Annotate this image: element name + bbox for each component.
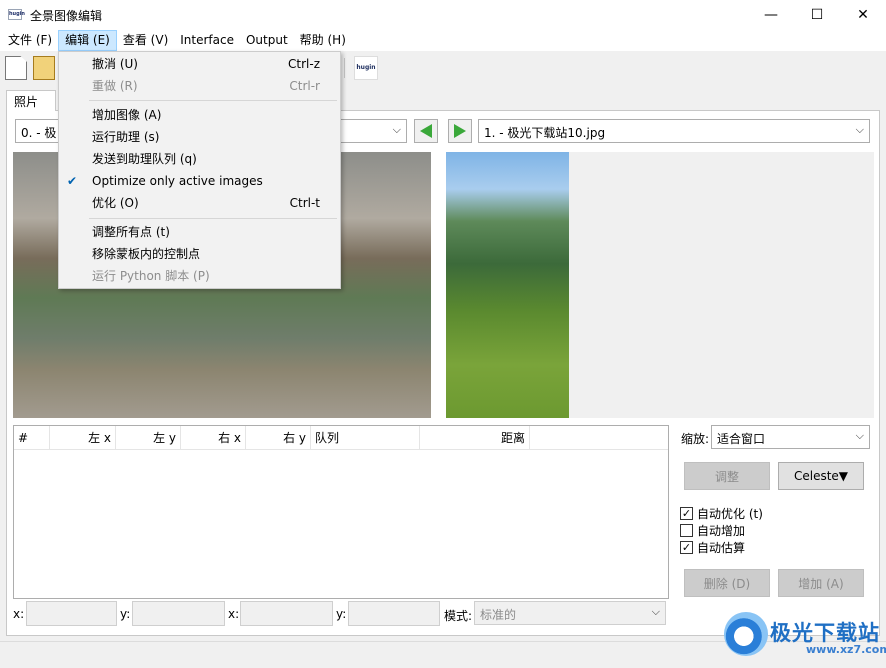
auto-optimize-checkbox[interactable]: ✓ 自动优化 (t) xyxy=(680,505,763,522)
menu-item-label: 移除蒙板内的控制点 xyxy=(92,247,201,261)
menu-separator xyxy=(89,218,337,219)
col-right-x[interactable]: 右 x xyxy=(181,426,246,450)
col-left-x[interactable]: 左 x xyxy=(50,426,116,450)
menu-bar: 文件 (F) 编辑 (E) 查看 (V) Interface Output 帮助… xyxy=(0,30,886,51)
celeste-button[interactable]: Celeste▼ xyxy=(778,462,864,490)
control-point-table[interactable]: # 左 x 左 y 右 x 右 y 队列 距离 xyxy=(13,425,669,599)
right-x-label: x: xyxy=(228,607,240,621)
right-image-pane[interactable] xyxy=(446,152,874,418)
checkbox-checked-icon: ✓ xyxy=(680,541,693,554)
zoom-select[interactable]: 适合窗口 ⌵ xyxy=(711,425,870,449)
menu-item-label: 撤消 (U) xyxy=(92,57,138,71)
col-right-y[interactable]: 右 y xyxy=(246,426,311,450)
menu-item-shortcut: Ctrl-t xyxy=(289,196,320,210)
checkbox-label: 自动估算 xyxy=(697,541,746,555)
right-photo[interactable] xyxy=(446,152,569,418)
right-x-field[interactable] xyxy=(240,601,333,626)
edit-dropdown-menu: 撤消 (U) Ctrl-z 重做 (R) Ctrl-r 增加图像 (A) 运行助… xyxy=(58,51,341,289)
chevron-down-icon: ⌵ xyxy=(392,123,401,136)
left-y-label: y: xyxy=(120,607,131,621)
menu-item-run-python[interactable]: 运行 Python 脚本 (P) xyxy=(59,265,340,287)
mode-select[interactable]: 标准的 ⌵ xyxy=(474,601,666,625)
checkbox-label: 自动增加 xyxy=(697,524,746,538)
open-project-icon[interactable] xyxy=(33,56,55,80)
menu-view[interactable]: 查看 (V) xyxy=(117,30,174,51)
right-image-select-value: 1. - 极光下载站10.jpg xyxy=(484,126,606,140)
menu-output[interactable]: Output xyxy=(240,30,294,51)
menu-item-label: 优化 (O) xyxy=(92,196,139,210)
menu-item-fine-tune-all[interactable]: 调整所有点 (t) xyxy=(59,221,340,243)
adjust-button[interactable]: 调整 xyxy=(684,462,770,490)
auto-add-checkbox[interactable]: 自动增加 xyxy=(680,522,745,539)
add-button[interactable]: 增加 (A) xyxy=(778,569,864,597)
right-y-label: y: xyxy=(336,607,347,621)
menu-interface[interactable]: Interface xyxy=(174,30,240,51)
left-y-field[interactable] xyxy=(132,601,225,626)
menu-item-shortcut: Ctrl-r xyxy=(289,79,320,93)
menu-item-optimize[interactable]: 优化 (O) Ctrl-t xyxy=(59,192,340,214)
menu-help[interactable]: 帮助 (H) xyxy=(294,30,352,51)
menu-item-label: 运行助理 (s) xyxy=(92,130,160,144)
chevron-down-icon: ⌵ xyxy=(855,429,864,442)
delete-button[interactable]: 删除 (D) xyxy=(684,569,770,597)
app-icon: hugin xyxy=(8,9,25,20)
menu-item-add-images[interactable]: 增加图像 (A) xyxy=(59,104,340,126)
menu-item-label: Optimize only active images xyxy=(92,174,263,188)
table-header: # 左 x 左 y 右 x 右 y 队列 距离 xyxy=(14,426,668,450)
checkbox-unchecked-icon xyxy=(680,524,693,537)
chevron-down-icon: ⌵ xyxy=(651,605,660,618)
hugin-panorama-icon[interactable]: hugin xyxy=(354,56,378,80)
left-image-select-value: 0. - 极 xyxy=(21,126,57,140)
menu-item-label: 运行 Python 脚本 (P) xyxy=(92,269,210,283)
watermark-logo-icon xyxy=(724,612,768,656)
menu-item-remove-masked-points[interactable]: 移除蒙板内的控制点 xyxy=(59,243,340,265)
arrow-left-icon xyxy=(420,124,432,138)
zoom-label: 缩放: xyxy=(681,432,710,446)
checkbox-label: 自动优化 (t) xyxy=(697,507,763,521)
menu-edit[interactable]: 编辑 (E) xyxy=(58,30,117,51)
arrow-right-icon xyxy=(454,124,466,138)
mode-select-value: 标准的 xyxy=(480,608,517,622)
col-distance[interactable]: 距离 xyxy=(420,426,530,450)
toolbar-separator xyxy=(344,58,345,78)
col-left-y[interactable]: 左 y xyxy=(116,426,181,450)
prev-image-button[interactable] xyxy=(414,119,438,143)
col-queue[interactable]: 队列 xyxy=(311,426,420,450)
close-button[interactable]: ✕ xyxy=(840,0,886,30)
checkbox-checked-icon: ✓ xyxy=(680,507,693,520)
menu-file[interactable]: 文件 (F) xyxy=(2,30,58,51)
right-image-select[interactable]: 1. - 极光下载站10.jpg ⌵ xyxy=(478,119,870,143)
menu-item-label: 调整所有点 (t) xyxy=(92,225,170,239)
right-y-field[interactable] xyxy=(348,601,440,626)
left-x-field[interactable] xyxy=(26,601,117,626)
menu-item-run-assistant[interactable]: 运行助理 (s) xyxy=(59,126,340,148)
menu-separator xyxy=(89,100,337,101)
check-icon: ✔ xyxy=(67,174,78,188)
chevron-down-icon: ⌵ xyxy=(855,123,864,136)
menu-item-label: 发送到助理队列 (q) xyxy=(92,152,197,166)
next-image-button[interactable] xyxy=(448,119,472,143)
watermark-url: www.xz7.com xyxy=(806,643,886,656)
col-number[interactable]: # xyxy=(14,426,50,450)
menu-item-label: 重做 (R) xyxy=(92,79,138,93)
menu-item-undo[interactable]: 撤消 (U) Ctrl-z xyxy=(59,53,340,75)
title-bar: hugin 全景图像编辑 — ☐ ✕ xyxy=(0,0,886,30)
mode-label: 模式: xyxy=(444,609,473,623)
zoom-select-value: 适合窗口 xyxy=(717,432,766,446)
tab-photos[interactable]: 照片 xyxy=(6,90,56,111)
menu-item-send-to-queue[interactable]: 发送到助理队列 (q) xyxy=(59,148,340,170)
left-x-label: x: xyxy=(13,607,25,621)
window-title: 全景图像编辑 xyxy=(30,9,103,23)
new-project-icon[interactable] xyxy=(5,56,27,80)
minimize-button[interactable]: — xyxy=(748,0,794,30)
auto-estimate-checkbox[interactable]: ✓ 自动估算 xyxy=(680,539,745,556)
maximize-button[interactable]: ☐ xyxy=(794,0,840,30)
menu-item-optimize-active[interactable]: ✔ Optimize only active images xyxy=(59,170,340,192)
menu-item-label: 增加图像 (A) xyxy=(92,108,162,122)
menu-item-redo[interactable]: 重做 (R) Ctrl-r xyxy=(59,75,340,97)
menu-item-shortcut: Ctrl-z xyxy=(288,57,320,71)
